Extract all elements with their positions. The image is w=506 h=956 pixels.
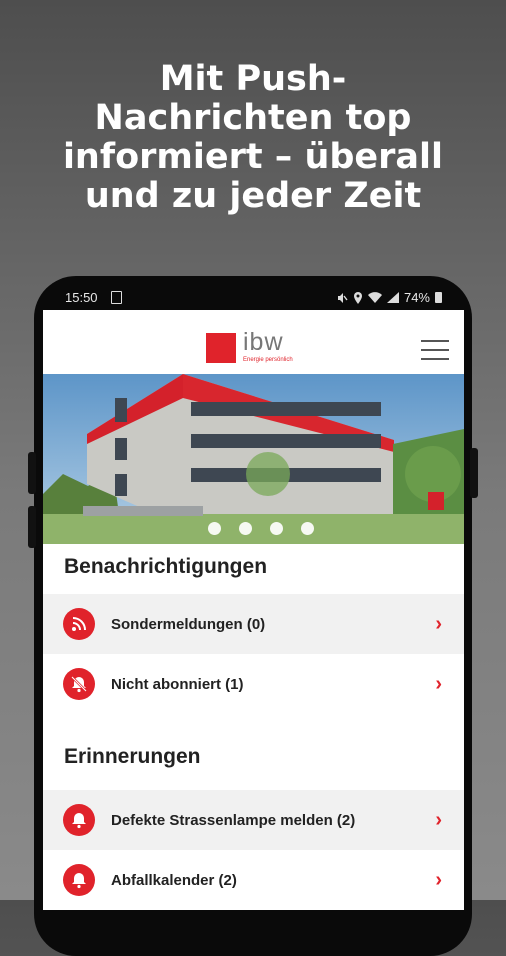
bell-icon <box>63 864 95 896</box>
phone-side-button <box>28 452 36 494</box>
hamburger-menu-icon[interactable] <box>421 340 449 360</box>
notifications-heading: Benachrichtigungen <box>64 555 268 578</box>
list-item-label: Defekte Strassenlampe melden (2) <box>111 811 356 829</box>
building-photo <box>43 374 464 544</box>
hero-image-carousel[interactable] <box>43 374 464 544</box>
status-time: 15:50 <box>65 290 98 305</box>
list-item-label: Nicht abonniert (1) <box>111 675 244 693</box>
list-item-nicht-abonniert[interactable]: Nicht abonniert (1) › <box>43 654 464 714</box>
mute-icon <box>337 292 348 303</box>
chevron-right-icon: › <box>435 808 442 831</box>
chevron-right-icon: › <box>435 672 442 695</box>
ibw-logo-text: ibw <box>243 328 284 356</box>
app-header: ibw Energie persönlich <box>43 310 464 374</box>
list-item-abfallkalender[interactable]: Abfallkalender (2) › <box>43 850 464 910</box>
carousel-dots <box>208 522 314 535</box>
signal-icon <box>386 292 399 303</box>
list-item-sondermeldungen[interactable]: Sondermeldungen (0) › <box>43 594 464 654</box>
promo-headline: Mit Push- Nachrichten top informiert – ü… <box>0 60 506 216</box>
battery-icon <box>435 292 442 303</box>
wifi-icon <box>367 292 382 303</box>
list-item-label: Abfallkalender (2) <box>111 871 237 889</box>
app-screen: ibw Energie persönlich Benachrichtigunge… <box>43 310 464 910</box>
carousel-dot[interactable] <box>208 522 221 535</box>
ibw-logo-mark <box>206 333 236 363</box>
headline-line-2: Nachrichten top <box>94 98 412 138</box>
headline-line-4: und zu jeder Zeit <box>84 176 422 216</box>
list-item-label: Sondermeldungen (0) <box>111 615 266 633</box>
broadcast-icon <box>63 608 95 640</box>
bell-icon <box>63 804 95 836</box>
headline-line-3: informiert – überall <box>62 137 444 177</box>
sim-icon <box>111 291 122 304</box>
list-item-strassenlampe[interactable]: Defekte Strassenlampe melden (2) › <box>43 790 464 850</box>
reminders-heading: Erinnerungen <box>64 745 201 768</box>
status-bar: 15:50 74% <box>43 286 464 310</box>
bell-off-icon <box>63 668 95 700</box>
battery-percent: 74% <box>403 290 430 305</box>
chevron-right-icon: › <box>435 612 442 635</box>
location-icon <box>353 291 362 304</box>
ibw-logo-tagline: Energie persönlich <box>243 357 293 363</box>
carousel-dot[interactable] <box>301 522 314 535</box>
phone-side-button <box>28 506 36 548</box>
chevron-right-icon: › <box>435 868 442 891</box>
phone-power-button <box>470 448 478 498</box>
carousel-dot[interactable] <box>239 522 252 535</box>
carousel-dot[interactable] <box>270 522 283 535</box>
headline-line-1: Mit Push- <box>159 59 347 99</box>
